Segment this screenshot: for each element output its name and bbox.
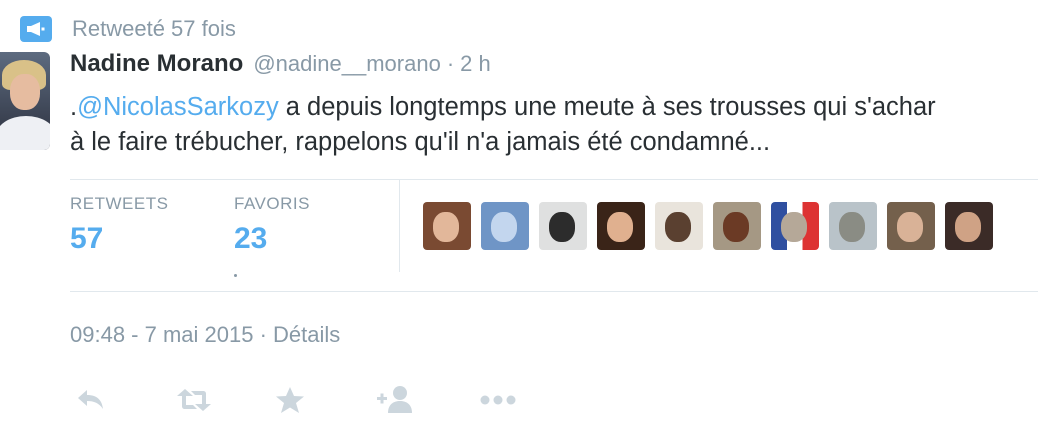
timestamp-separator: · [259,322,267,347]
favoriter-avatar[interactable] [481,202,529,250]
tweet-relative-time[interactable]: 2 h [460,51,491,77]
author-name[interactable]: Nadine Morano [70,50,243,78]
tweet-line-1-text: a depuis longtemps une meute à ses trous… [278,93,936,121]
favoriter-avatar[interactable] [597,202,645,250]
favorite-icon[interactable] [270,380,310,420]
megaphone-icon [20,16,52,42]
tweet-line-1: .@NicolasSarkozy a depuis longtemps une … [70,90,1038,125]
avatar[interactable] [0,52,50,150]
tweet-timestamp: 09:48 - 7 mai 2015 · Détails [70,322,340,348]
tweet-line-2: à le faire trébucher, rappelons qu'il n'… [70,128,771,156]
favoriter-avatar[interactable] [771,202,819,250]
stats-divider [399,180,400,272]
favoriter-avatar[interactable] [713,202,761,250]
favoriter-avatar[interactable] [423,202,471,250]
follow-icon[interactable] [376,380,416,420]
favorites-stat[interactable]: FAVORIS 23 [234,194,310,256]
tweet-header: Nadine Morano @nadine__morano · 2 h [70,50,491,78]
favoriter-avatar[interactable] [829,202,877,250]
divider [70,291,1038,292]
favoriter-avatar[interactable] [655,202,703,250]
retweet-icon[interactable] [174,380,214,420]
retweet-count-text: Retweeté 57 fois [72,16,236,41]
favoriter-avatar[interactable] [887,202,935,250]
mention-link[interactable]: @NicolasSarkozy [77,93,279,121]
header-separator: · [446,51,455,76]
retweets-count: 57 [70,222,104,255]
divider [70,179,1038,180]
dot-mark [234,274,237,277]
details-link[interactable]: Détails [273,322,340,347]
tweet-text: .@NicolasSarkozy a depuis longtemps une … [70,90,1038,160]
reply-icon[interactable] [70,380,110,420]
more-icon[interactable] [478,380,518,420]
favorites-count: 23 [234,222,268,255]
tweet-actions [70,380,518,420]
favoriter-avatar[interactable] [539,202,587,250]
favoriters-avatars [423,202,1003,250]
retweets-label: RETWEETS [70,194,169,213]
retweets-stat[interactable]: RETWEETS 57 [70,194,168,256]
tweet-datetime: 09:48 - 7 mai 2015 [70,322,254,347]
author-handle[interactable]: @nadine__morano [253,51,440,77]
retweet-context: Retweeté 57 fois [20,14,236,44]
favorites-label: FAVORIS [234,194,310,213]
favoriter-avatar[interactable] [945,202,993,250]
